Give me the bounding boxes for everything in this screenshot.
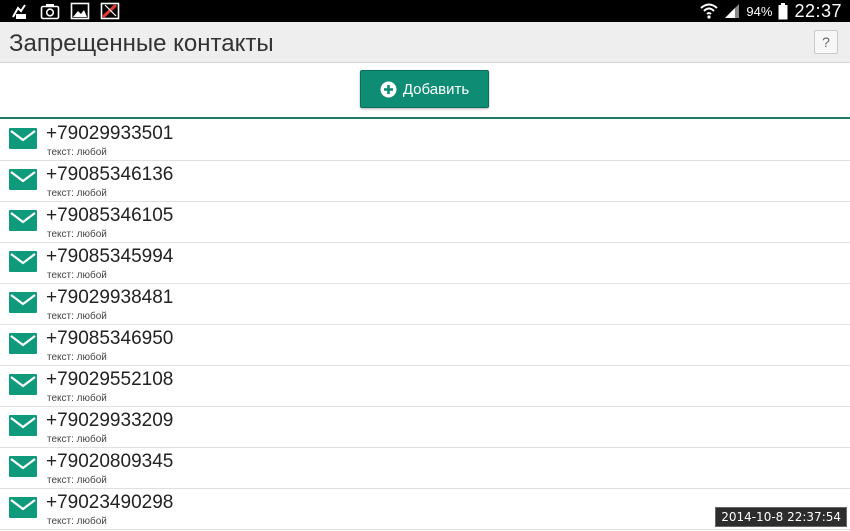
page-title: Запрещенные контакты — [9, 30, 274, 57]
envelope-icon — [9, 333, 37, 354]
envelope-icon — [9, 128, 37, 149]
toolbar: Добавить — [0, 63, 850, 119]
gallery-icon — [70, 2, 90, 20]
envelope-icon — [9, 374, 37, 395]
contact-text-filter: текст: любой — [47, 270, 107, 281]
envelope-icon — [9, 292, 37, 313]
contact-phone: +79023490298 — [46, 492, 174, 513]
list-item[interactable]: +79029933501 текст: любой — [0, 120, 850, 161]
contact-text-filter: текст: любой — [47, 393, 107, 404]
contact-phone: +79085346950 — [46, 328, 174, 349]
list-item[interactable]: +79020809345 текст: любой — [0, 448, 850, 489]
list-item[interactable]: +79085346950 текст: любой — [0, 325, 850, 366]
clock: 22:37 — [794, 0, 842, 21]
list-item[interactable]: +79029938481 текст: любой — [0, 284, 850, 325]
contact-text-filter: текст: любой — [47, 147, 107, 158]
contact-phone: +79085346136 — [46, 164, 174, 185]
list-item[interactable]: +79085346105 текст: любой — [0, 202, 850, 243]
timestamp-overlay: 2014-10-8 22:37:54 — [715, 507, 847, 527]
contact-phone: +79085346105 — [46, 205, 174, 226]
contact-list: +79029933501 текст: любой +79085346136 т… — [0, 120, 850, 531]
notification-icons — [10, 2, 120, 20]
envelope-icon — [9, 251, 37, 272]
add-button-label: Добавить — [402, 80, 470, 98]
list-item[interactable]: +79029552108 текст: любой — [0, 366, 850, 407]
contact-phone: +79020809345 — [46, 451, 174, 472]
envelope-icon — [9, 210, 37, 231]
list-item[interactable]: +79085346136 текст: любой — [0, 161, 850, 202]
contact-phone: +79085345994 — [46, 246, 174, 267]
battery-percent: 94% — [746, 3, 773, 19]
add-button[interactable]: Добавить — [360, 70, 489, 108]
status-bar: 94% 22:37 — [0, 0, 850, 22]
envelope-icon — [9, 415, 37, 436]
contact-text-filter: текст: любой — [47, 434, 107, 445]
contact-phone: +79029933501 — [46, 123, 174, 144]
contact-text-filter: текст: любой — [47, 188, 107, 199]
title-bar: Запрещенные контакты ? — [0, 22, 850, 63]
envelope-icon — [9, 497, 37, 518]
contact-phone: +79029552108 — [46, 369, 174, 390]
contact-text-filter: текст: любой — [47, 352, 107, 363]
contact-phone: +79029933209 — [46, 410, 174, 431]
signal-icon — [725, 4, 740, 18]
blocked-icon — [100, 2, 120, 20]
contact-phone: +79029938481 — [46, 287, 174, 308]
usb-debug-icon — [12, 4, 26, 19]
plus-circle-icon — [380, 81, 397, 97]
help-button[interactable]: ? — [814, 30, 838, 54]
system-indicators: 94% 22:37 — [700, 0, 842, 22]
screenshot-icon — [40, 4, 60, 20]
contact-text-filter: текст: любой — [47, 311, 107, 322]
contact-text-filter: текст: любой — [47, 229, 107, 240]
list-item[interactable]: +79029933209 текст: любой — [0, 407, 850, 448]
contact-text-filter: текст: любой — [47, 475, 107, 486]
battery-icon — [778, 2, 788, 19]
wifi-icon — [700, 3, 719, 19]
list-item[interactable]: +79085345994 текст: любой — [0, 243, 850, 284]
envelope-icon — [9, 456, 37, 477]
contact-text-filter: текст: любой — [47, 516, 107, 527]
envelope-icon — [9, 169, 37, 190]
